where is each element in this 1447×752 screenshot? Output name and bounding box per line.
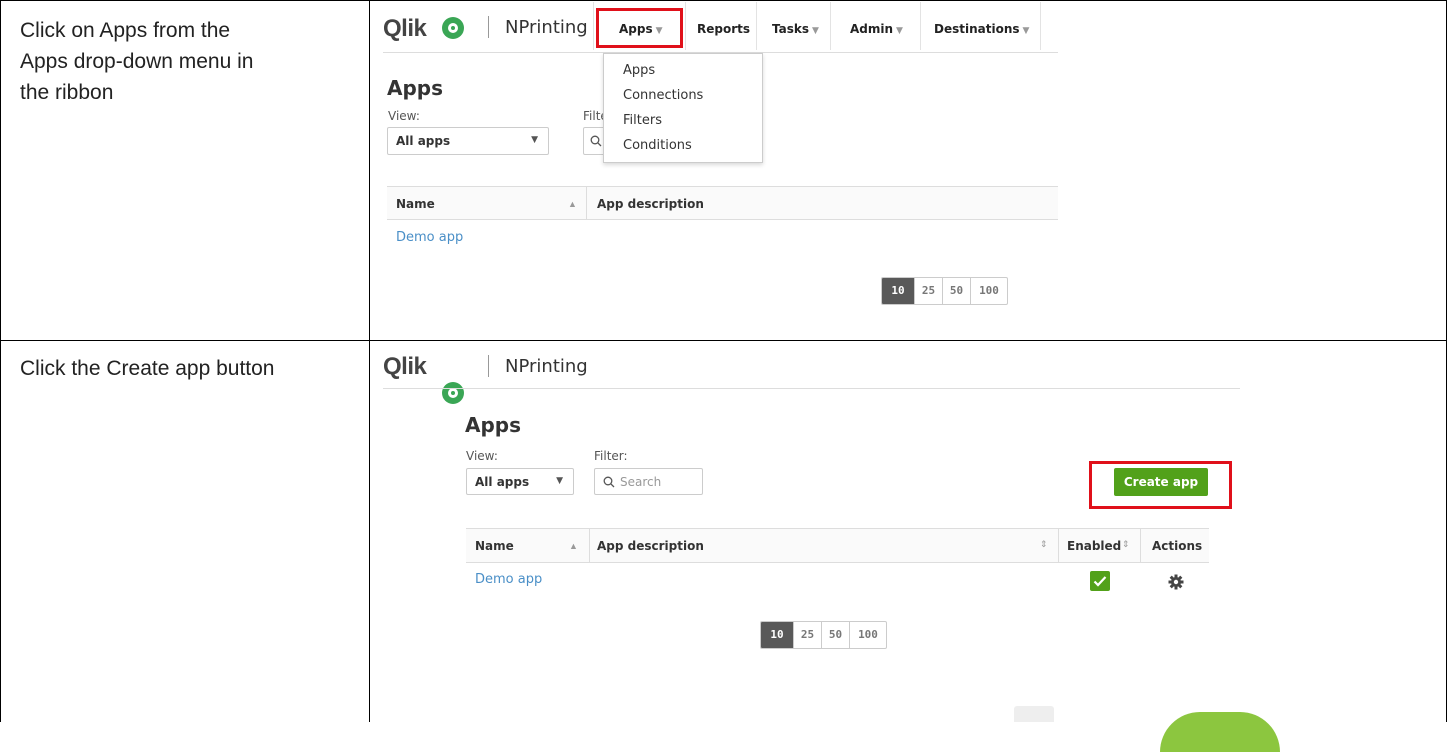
logo-separator [488,355,489,377]
search-icon [603,476,615,488]
column-header-enabled[interactable]: Enabled [1067,539,1121,553]
grid-line [0,0,1447,1]
search-input[interactable]: Search [594,468,703,495]
page-title: Apps [465,413,522,437]
qlik-logo-mark [442,382,464,404]
header-rule [383,388,1240,389]
menu-item-connections[interactable]: Connections [623,88,703,103]
sort-both-icon[interactable]: ⇕ [1040,539,1048,550]
grid-line [0,340,1447,341]
page-size-option[interactable]: 100 [850,622,886,648]
page-size-option[interactable]: 25 [794,622,822,648]
nav-divider [756,2,757,50]
nav-divider [830,2,831,50]
sort-both-icon[interactable]: ⇕ [1122,539,1130,550]
column-header-description[interactable]: App description [597,539,704,553]
nav-tasks[interactable]: Tasks ▼ [772,22,819,36]
dropdown-caret-icon: ▼ [556,476,563,486]
page-size-selector: 10 25 50 100 [881,277,1008,305]
gear-icon[interactable] [1168,574,1184,590]
menu-item-filters[interactable]: Filters [623,113,662,128]
step2-instruction: Click the Create app button [20,357,275,380]
page-size-option[interactable]: 10 [761,622,794,648]
table-header-rule [387,219,1058,220]
page-size-selector: 10 25 50 100 [760,621,887,649]
view-select[interactable]: All apps ▼ [387,127,549,155]
nav-admin[interactable]: Admin ▼ [850,22,903,36]
sort-asc-icon[interactable]: ▲ [568,199,577,209]
nav-divider [593,2,594,50]
qlik-logo: Qlik [383,353,427,380]
column-header-name[interactable]: Name [475,539,514,553]
view-label: View: [388,109,420,123]
view-label: View: [466,449,498,463]
highlight-apps-tab [596,8,683,48]
table-header-bg [387,187,1058,219]
page-title: Apps [387,76,444,100]
logo-separator [488,16,489,38]
product-name: NPrinting [505,17,588,38]
product-name: NPrinting [505,356,588,377]
page-size-option[interactable]: 100 [971,278,1007,304]
nav-destinations[interactable]: Destinations ▼ [934,22,1029,36]
page-size-option[interactable]: 50 [822,622,850,648]
page-size-option[interactable]: 50 [943,278,971,304]
qlik-logo-mark [442,17,464,39]
check-icon [1093,576,1107,587]
column-header-actions: Actions [1152,539,1203,553]
decorative-gray-block [1014,706,1054,722]
highlight-create-app [1089,461,1232,509]
page-size-option[interactable]: 10 [882,278,915,304]
view-select[interactable]: All apps ▼ [466,468,574,495]
column-header-description[interactable]: App description [597,197,704,211]
menu-item-conditions[interactable]: Conditions [623,138,692,153]
column-divider [589,529,590,562]
grid-line [0,0,1,722]
column-divider [1140,529,1141,562]
app-link-demo[interactable]: Demo app [396,230,463,245]
enabled-checkbox[interactable] [1090,571,1110,591]
qlik-logo: Qlik [383,15,427,42]
page-size-option[interactable]: 25 [915,278,943,304]
filter-label: Filter: [594,449,628,463]
sort-asc-icon[interactable]: ▲ [569,541,578,551]
column-header-name[interactable]: Name [396,197,435,211]
nav-divider [685,2,686,50]
app-link-demo[interactable]: Demo app [475,572,542,587]
menu-item-apps[interactable]: Apps [623,63,655,78]
dropdown-caret-icon: ▼ [1022,26,1030,36]
grid-line [369,0,370,722]
decorative-green-arc [1160,712,1280,752]
tutorial-sheet: Click on Apps from the Apps drop-down me… [0,0,1447,752]
nav-divider [920,2,921,50]
search-icon [590,135,602,147]
table-header-rule [466,562,1209,563]
nav-reports[interactable]: Reports [697,22,750,36]
dropdown-caret-icon: ▼ [812,26,819,36]
dropdown-caret-icon: ▼ [531,135,538,145]
column-divider [1058,529,1059,562]
dropdown-caret-icon: ▼ [896,26,903,36]
apps-dropdown-menu: Apps Connections Filters Conditions [603,53,763,163]
nav-divider [1040,2,1041,50]
column-divider [586,187,587,219]
step1-instruction: Click on Apps from the Apps drop-down me… [20,19,254,104]
